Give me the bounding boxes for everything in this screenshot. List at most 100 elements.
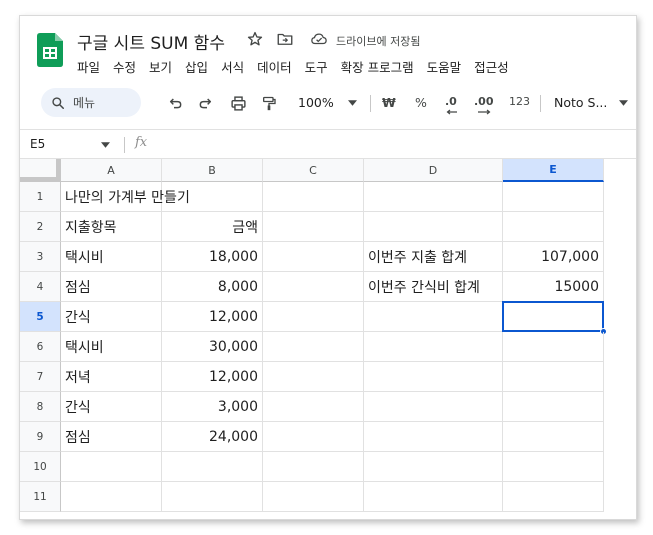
cell-d9[interactable] [364, 422, 503, 452]
row-header-10[interactable]: 10 [20, 452, 61, 482]
cell-b11[interactable] [162, 482, 263, 512]
paint-format-button[interactable] [259, 94, 279, 112]
menu-file[interactable]: 파일 [77, 57, 100, 76]
row-header-3[interactable]: 3 [20, 242, 61, 272]
cell-e5[interactable] [503, 302, 604, 332]
menu-format[interactable]: 서식 [221, 57, 244, 76]
font-family-select[interactable]: Noto S... [554, 95, 607, 110]
cell-a7[interactable]: 저녁 [61, 362, 162, 392]
cell-c9[interactable] [263, 422, 364, 452]
cell-a2[interactable]: 지출항목 [61, 212, 162, 242]
cell-c10[interactable] [263, 452, 364, 482]
column-header-b[interactable]: B [162, 159, 263, 182]
cell-c3[interactable] [263, 242, 364, 272]
cell-b8[interactable]: 3,000 [162, 392, 263, 422]
cell-a9[interactable]: 점심 [61, 422, 162, 452]
cell-d2[interactable] [364, 212, 503, 242]
search-menus-input[interactable]: 메뉴 [41, 88, 141, 117]
cell-c8[interactable] [263, 392, 364, 422]
move-to-folder-icon[interactable] [276, 30, 294, 48]
cell-e11[interactable] [503, 482, 604, 512]
menu-data[interactable]: 데이터 [257, 57, 292, 76]
row-header-11[interactable]: 11 [20, 482, 61, 512]
percent-format-button[interactable]: % [415, 95, 427, 110]
row-header-8[interactable]: 8 [20, 392, 61, 422]
cloud-saved-icon[interactable] [309, 30, 329, 48]
select-all-corner[interactable] [20, 159, 61, 182]
cell-d7[interactable] [364, 362, 503, 392]
row-header-4[interactable]: 4 [20, 272, 61, 302]
cell-c7[interactable] [263, 362, 364, 392]
row-header-5[interactable]: 5 [20, 302, 61, 332]
cell-a3[interactable]: 택시비 [61, 242, 162, 272]
cell-c2[interactable] [263, 212, 364, 242]
increase-decimal-button[interactable]: .00 [474, 95, 494, 108]
undo-button[interactable] [167, 94, 185, 112]
cell-d11[interactable] [364, 482, 503, 512]
row-header-7[interactable]: 7 [20, 362, 61, 392]
document-title[interactable]: 구글 시트 SUM 함수 [77, 29, 225, 54]
cell-b4[interactable]: 8,000 [162, 272, 263, 302]
cell-c6[interactable] [263, 332, 364, 362]
cell-d5[interactable] [364, 302, 503, 332]
cell-a1[interactable]: 나만의 가계부 만들기 [61, 182, 190, 212]
row-header-2[interactable]: 2 [20, 212, 61, 242]
menu-insert[interactable]: 삽입 [185, 57, 208, 76]
zoom-dropdown-icon[interactable] [348, 100, 357, 106]
column-header-e[interactable]: E [503, 159, 604, 182]
cell-b7[interactable]: 12,000 [162, 362, 263, 392]
star-icon[interactable] [246, 30, 264, 48]
cell-e6[interactable] [503, 332, 604, 362]
decrease-decimal-button[interactable]: .0 [445, 95, 457, 108]
row-header-1[interactable]: 1 [20, 182, 61, 212]
cell-c4[interactable] [263, 272, 364, 302]
cell-e7[interactable] [503, 362, 604, 392]
cell-b1[interactable] [162, 182, 263, 212]
menu-extensions[interactable]: 확장 프로그램 [341, 57, 414, 76]
menu-help[interactable]: 도움말 [427, 57, 462, 76]
cell-b9[interactable]: 24,000 [162, 422, 263, 452]
cell-c11[interactable] [263, 482, 364, 512]
column-header-d[interactable]: D [364, 159, 503, 182]
cell-e4[interactable]: 15000 [503, 272, 604, 302]
sheets-logo-icon[interactable] [37, 33, 63, 67]
cell-b6[interactable]: 30,000 [162, 332, 263, 362]
menu-edit[interactable]: 수정 [113, 57, 136, 76]
cell-e2[interactable] [503, 212, 604, 242]
row-header-9[interactable]: 9 [20, 422, 61, 452]
cell-c5[interactable] [263, 302, 364, 332]
cell-a4[interactable]: 점심 [61, 272, 162, 302]
cell-b2[interactable]: 금액 [162, 212, 263, 242]
currency-format-button[interactable]: ₩ [382, 95, 396, 110]
cell-e9[interactable] [503, 422, 604, 452]
font-dropdown-icon[interactable] [619, 100, 628, 106]
print-button[interactable] [228, 94, 248, 112]
more-formats-button[interactable]: 123 [509, 95, 530, 108]
cell-d8[interactable] [364, 392, 503, 422]
column-header-a[interactable]: A [61, 159, 162, 182]
name-box[interactable]: E5 [30, 137, 45, 151]
cell-d4[interactable]: 이번주 간식비 합계 [364, 272, 503, 302]
cell-d3[interactable]: 이번주 지출 합계 [364, 242, 503, 272]
menu-view[interactable]: 보기 [149, 57, 172, 76]
cell-b5[interactable]: 12,000 [162, 302, 263, 332]
cell-a11[interactable] [61, 482, 162, 512]
cell-e10[interactable] [503, 452, 604, 482]
cell-e3[interactable]: 107,000 [503, 242, 604, 272]
cell-b3[interactable]: 18,000 [162, 242, 263, 272]
zoom-select[interactable]: 100% [298, 95, 334, 110]
menu-accessibility[interactable]: 접근성 [474, 57, 509, 76]
menu-tools[interactable]: 도구 [305, 57, 328, 76]
cell-c1[interactable] [263, 182, 364, 212]
cell-a5[interactable]: 간식 [61, 302, 162, 332]
redo-button[interactable] [196, 94, 214, 112]
cell-a8[interactable]: 간식 [61, 392, 162, 422]
cell-e1[interactable] [503, 182, 604, 212]
column-header-c[interactable]: C [263, 159, 364, 182]
formula-input[interactable] [160, 136, 630, 154]
cell-a10[interactable] [61, 452, 162, 482]
row-header-6[interactable]: 6 [20, 332, 61, 362]
cell-b10[interactable] [162, 452, 263, 482]
cell-a6[interactable]: 택시비 [61, 332, 162, 362]
cell-d1[interactable] [364, 182, 503, 212]
